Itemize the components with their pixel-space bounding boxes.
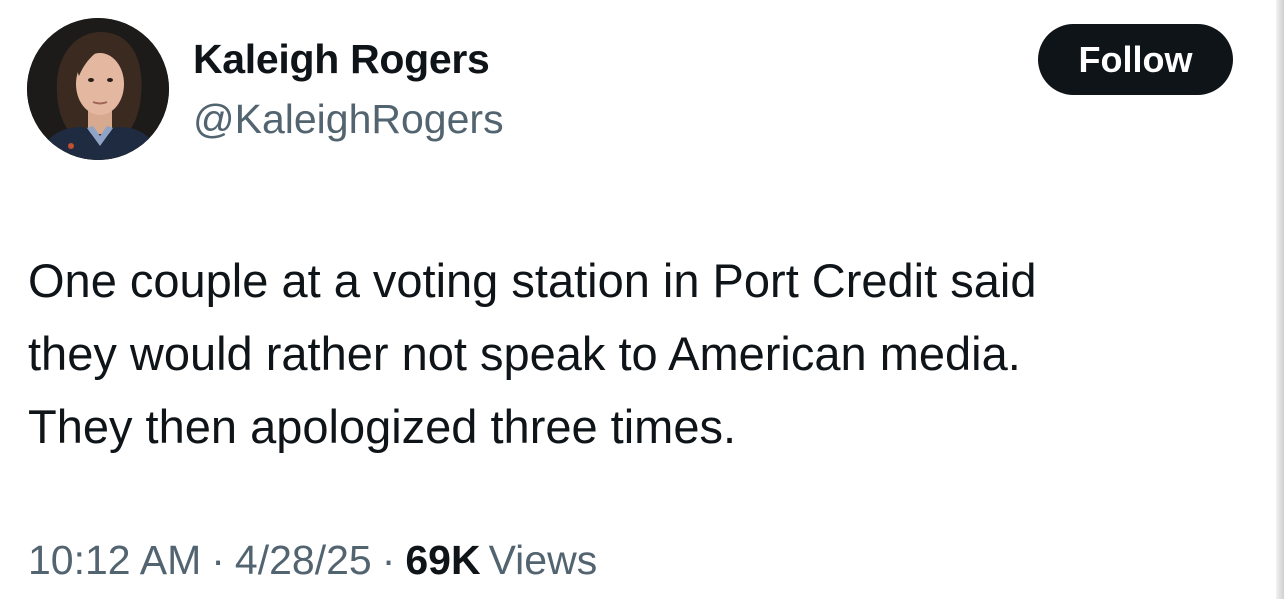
author-name[interactable]: Kaleigh Rogers — [193, 36, 490, 83]
tweet-date[interactable]: 4/28/25 — [235, 537, 372, 583]
meta-separator: · — [211, 537, 225, 583]
views-label: Views — [488, 537, 598, 583]
meta-separator: · — [381, 537, 396, 583]
tweet-text-line: One couple at a voting station in Port C… — [28, 254, 1037, 307]
tweet-meta: 10:12 AM · 4/28/25 · 69K Views — [28, 537, 597, 584]
views-count: 69K — [405, 537, 481, 583]
tweet-text: One couple at a voting station in Port C… — [28, 244, 1228, 463]
author-handle[interactable]: @KaleighRogers — [193, 96, 504, 143]
follow-button[interactable]: Follow — [1038, 24, 1233, 95]
tweet-text-line: they would rather not speak to American … — [28, 327, 1021, 380]
tweet-time[interactable]: 10:12 AM — [28, 537, 201, 583]
avatar[interactable] — [27, 18, 169, 160]
window-edge — [1276, 0, 1284, 599]
tweet-text-line: They then apologized three times. — [28, 400, 737, 453]
avatar-photo — [27, 18, 169, 160]
